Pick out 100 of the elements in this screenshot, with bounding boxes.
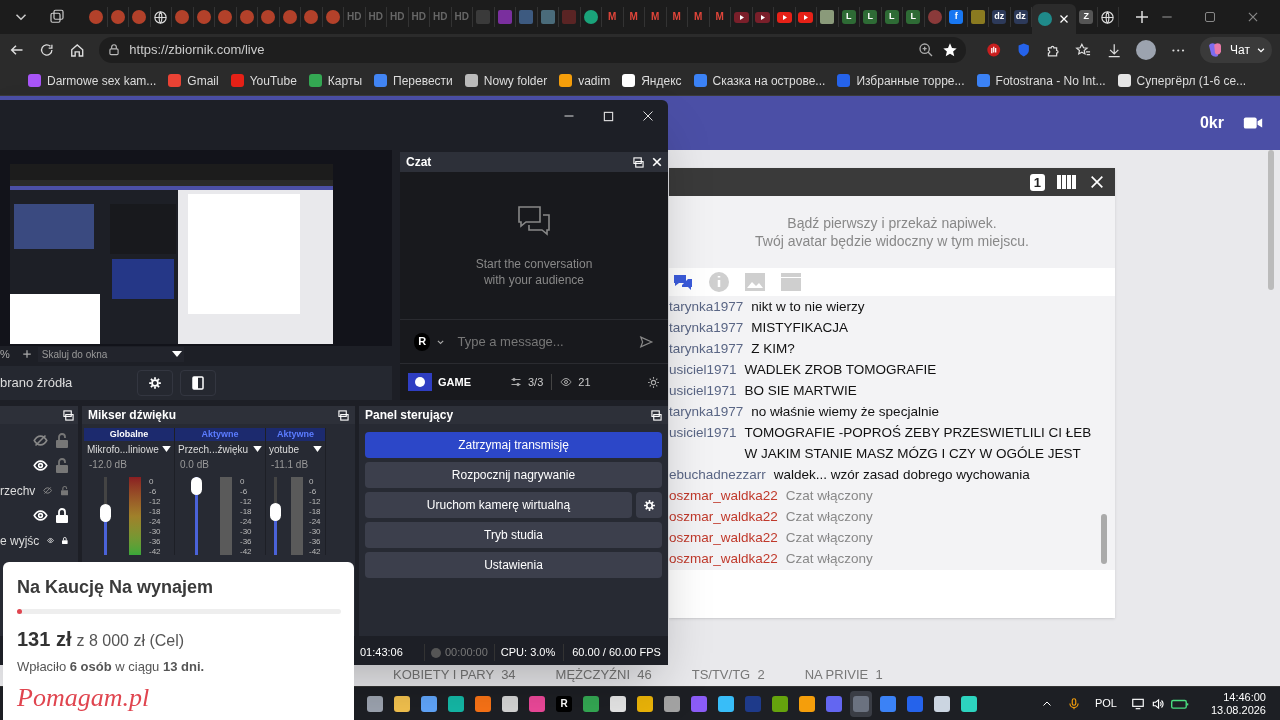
channel-dropdown[interactable]: Mikrofo...liniowe [84,441,174,457]
eye-icon[interactable] [33,458,48,473]
eye-slash-icon[interactable] [33,433,48,448]
control-button[interactable]: Uruchom kamerę wirtualną [365,492,632,518]
speaker-icon[interactable] [1150,696,1165,711]
lock-icon[interactable] [107,43,122,57]
chat-username[interactable]: tarynka1977 [669,338,744,359]
scale-tick: -18 [309,507,321,517]
control-button[interactable]: Tryb studia [365,522,662,548]
control-button[interactable]: Zatrzymaj transmisję [365,432,662,458]
language-indicator[interactable]: POL [1094,695,1117,712]
record-timer: 00:00:00 [445,644,495,661]
properties-button[interactable] [137,370,173,396]
site-icon: M [651,12,660,22]
chat-message: Z KIM? [751,340,795,358]
columns-icon[interactable] [1057,174,1077,190]
chat-username[interactable]: usiciel1971 [669,359,737,380]
send-icon[interactable] [639,333,654,350]
site-icon: M [715,12,724,22]
site-icon: HD [347,12,362,22]
chat-username[interactable]: tarynka1977 [669,401,744,422]
bookmark-link[interactable]: Nowy folder [464,71,548,90]
volume-slider[interactable] [100,477,111,555]
chat-username[interactable]: oszmar_waldka22 [669,527,778,548]
bookmark-link[interactable]: vadim [559,71,611,90]
channel-dropdown[interactable]: yotube [266,441,325,457]
bookmark-link[interactable]: Darmowe sex kam... [28,71,157,90]
eye-icon[interactable] [33,508,48,523]
zoom-icon[interactable] [918,42,935,58]
restore-icon[interactable] [1204,11,1216,23]
monitor-icon[interactable] [1130,696,1145,711]
chat-scrollbar[interactable] [1101,514,1107,564]
popout-icon[interactable] [651,409,662,421]
hand-extension-icon[interactable] [986,42,1002,58]
settings-icon[interactable] [647,375,660,389]
category-link[interactable]: NA PRIVIE 1 [804,664,883,684]
source-name[interactable]: e wyjśc [0,531,40,550]
star-icon[interactable] [942,42,959,58]
site-icon: M [608,12,617,22]
chat-username[interactable]: tarynka1977 [669,296,744,317]
chat-username[interactable]: oszmar_waldka22 [669,485,778,506]
category-link[interactable]: MĘŻCZYŹNI 46 [555,664,652,684]
chat-message: nikt w to nie wierzy [751,298,865,316]
bookmark-link[interactable]: Карты [308,71,363,90]
category-link[interactable]: TS/TV/TG 2 [691,664,765,684]
browser-tab[interactable]: M [666,7,688,27]
browser-tab[interactable]: M [709,7,731,27]
profile-avatar[interactable] [1136,40,1156,60]
control-button[interactable]: Ustawienia [365,552,662,578]
filters-button[interactable] [180,370,216,396]
bookmark-link[interactable]: YouTube [230,71,297,90]
chat-username[interactable]: ebuchadnezzarr [669,464,766,485]
browser-tab[interactable]: M [602,7,624,27]
popout-icon[interactable] [63,409,74,421]
chat-username[interactable]: tarynka1977 [669,317,744,338]
address-bar[interactable]: https://zbiornik.com/live [99,37,967,63]
browser-tab[interactable]: M [645,7,667,27]
microphone-icon[interactable] [1066,696,1081,711]
site-icon: M [672,12,681,22]
panel-title: Panel sterujący [365,407,455,424]
browser-tab[interactable]: M [623,7,645,27]
popout-icon[interactable] [633,156,644,168]
copilot-button[interactable]: Чат [1200,37,1272,63]
chat-username[interactable]: oszmar_waldka22 [669,548,778,569]
bookmark-link[interactable]: Избранные торре... [837,71,965,90]
source-name[interactable]: rzechv [0,481,36,500]
bookmark-link[interactable]: Супергёрл (1-6 се... [1117,71,1247,90]
bookmark-link[interactable]: Яндекс [622,71,682,90]
chat-username[interactable]: oszmar_waldka22 [669,506,778,527]
message-field[interactable]: Type a message... [457,331,634,352]
chat-username[interactable]: usiciel1971 [669,422,737,443]
volume-slider[interactable] [270,477,281,555]
chat-username[interactable]: usiciel1971 [669,380,737,401]
channel-dropdown[interactable]: Przech...źwięku [175,441,265,457]
settings-button[interactable] [636,492,662,518]
category-link[interactable]: KOBIETY I PARY 34 [393,664,516,684]
volume-slider[interactable] [191,477,202,555]
scale-tick: -12 [240,497,252,507]
new-tab-icon[interactable] [1133,8,1151,26]
maximize-icon[interactable] [603,110,614,122]
browser-tab[interactable]: M [688,7,710,27]
page-scrollbar[interactable] [1268,150,1274,290]
lock-icon[interactable] [56,508,68,523]
bookmark-link[interactable]: Сказка на острове... [693,71,826,90]
taskbar-app[interactable]: R [553,690,575,717]
scale-dropdown[interactable]: Skaluj do okna [37,346,184,362]
volume-reading: -12.0 dB [88,458,128,472]
control-button[interactable]: Rozpocznij nagrywanie [365,462,662,488]
reload-icon[interactable] [39,42,55,58]
home-icon[interactable] [68,41,86,59]
user-avatar[interactable]: R [414,332,431,351]
plus-icon[interactable] [21,349,32,359]
bookmark-link[interactable]: Fotostrana - No Int... [976,71,1106,90]
bookmark-link[interactable]: Gmail [168,71,219,90]
popout-icon[interactable] [338,409,349,421]
close-icon[interactable] [642,110,654,122]
chat-message: MISTYFIKACJA [751,319,849,337]
bookmark-link[interactable]: Перевести [374,71,453,90]
scale-tick: -6 [149,487,158,497]
workspaces-icon[interactable] [48,8,66,26]
